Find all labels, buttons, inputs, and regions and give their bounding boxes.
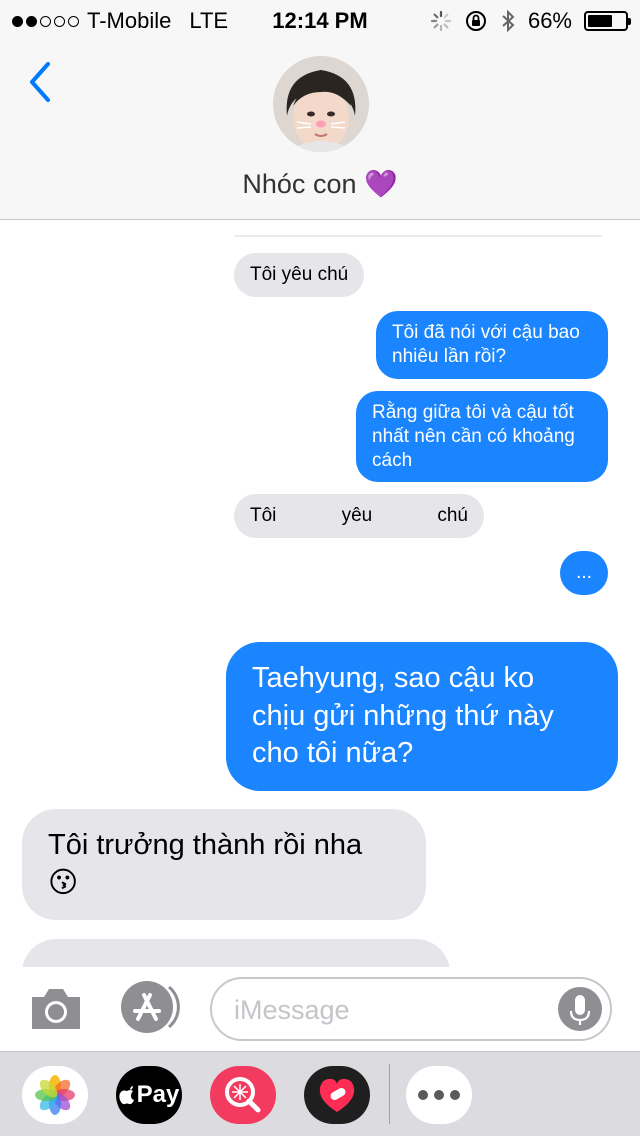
contact-name[interactable]: Nhóc con 💜 <box>0 168 640 200</box>
message-bubble-sent[interactable]: Taehyung, sao cậu ko chịu gửi những thứ … <box>226 642 618 792</box>
message-text: Taehyung, sao cậu ko chịu gửi những thứ … <box>252 662 554 770</box>
message-text-part: Tôi <box>250 505 277 526</box>
message-bubble-received[interactable]: Tôi yêu chú <box>234 253 365 297</box>
bluetooth-icon <box>502 9 515 33</box>
message-thread[interactable]: Tôi yêu chú Tôi đã nói với cậu bao nhiêu… <box>0 221 640 967</box>
microphone-button[interactable] <box>558 987 602 1031</box>
imessage-input[interactable]: iMessage <box>210 977 612 1041</box>
compose-bar: iMessage <box>0 967 640 1051</box>
message-bubble-sent[interactable]: Rằng giữa tôi và cậu tốt nhất nên cần có… <box>356 391 608 483</box>
heart-app-button[interactable] <box>304 1066 370 1124</box>
message-text: Tôi đã nói với cậu bao nhiêu lần rồi? <box>392 322 580 367</box>
microphone-icon <box>569 995 591 1025</box>
battery-percent: 66% <box>527 8 572 33</box>
more-apps-icon[interactable] <box>406 1066 472 1124</box>
battery-icon <box>584 11 631 31</box>
apple-pay-label: Pay <box>136 1081 180 1108</box>
contact-avatar[interactable] <box>273 56 369 152</box>
drawer-divider <box>389 1064 390 1124</box>
message-text: Tôi trưởng thành rồi nha 😗 <box>48 829 363 899</box>
photos-icon <box>35 1075 75 1115</box>
message-bubble-sent[interactable]: ... <box>560 551 608 595</box>
apple-pay-button[interactable]: Pay <box>116 1066 182 1124</box>
photos-app-button[interactable] <box>22 1066 88 1124</box>
message-bubble-received[interactable]: Tôi yêu chú <box>234 494 484 538</box>
avatar-photo <box>273 56 369 152</box>
message-bubble-received-partial[interactable] <box>22 939 450 967</box>
chevron-left-icon[interactable] <box>22 58 58 106</box>
message-text-part: chú <box>437 505 468 526</box>
message-text: ... <box>576 562 592 583</box>
app-store-icon[interactable] <box>118 979 180 1035</box>
image-search-icon <box>225 1077 261 1113</box>
message-bubble-sent[interactable]: Tôi đã nói với cậu bao nhiêu lần rồi? <box>376 311 608 379</box>
message-text-part: yêu <box>341 505 373 526</box>
app-drawer: Pay <box>0 1051 640 1136</box>
heart-app-icon <box>319 1078 355 1112</box>
orientation-lock-icon <box>465 11 486 31</box>
status-icons: 66% <box>430 8 631 34</box>
conversation-header: Nhóc con 💜 <box>0 40 640 220</box>
camera-icon[interactable] <box>28 983 84 1033</box>
status-bar: T-Mobile LTE 12:14 PM 66% <box>0 0 640 40</box>
message-text: Rằng giữa tôi và cậu tốt nhất nên cần có… <box>372 402 575 471</box>
apple-logo-icon <box>118 1086 134 1105</box>
input-placeholder: iMessage <box>234 995 350 1025</box>
image-search-app-button[interactable] <box>210 1066 276 1124</box>
previous-message-edge <box>234 235 602 237</box>
activity-spinner-icon <box>430 10 452 32</box>
message-text: Tôi yêu chú <box>250 264 349 285</box>
message-bubble-received[interactable]: Tôi trưởng thành rồi nha 😗 <box>22 809 426 921</box>
